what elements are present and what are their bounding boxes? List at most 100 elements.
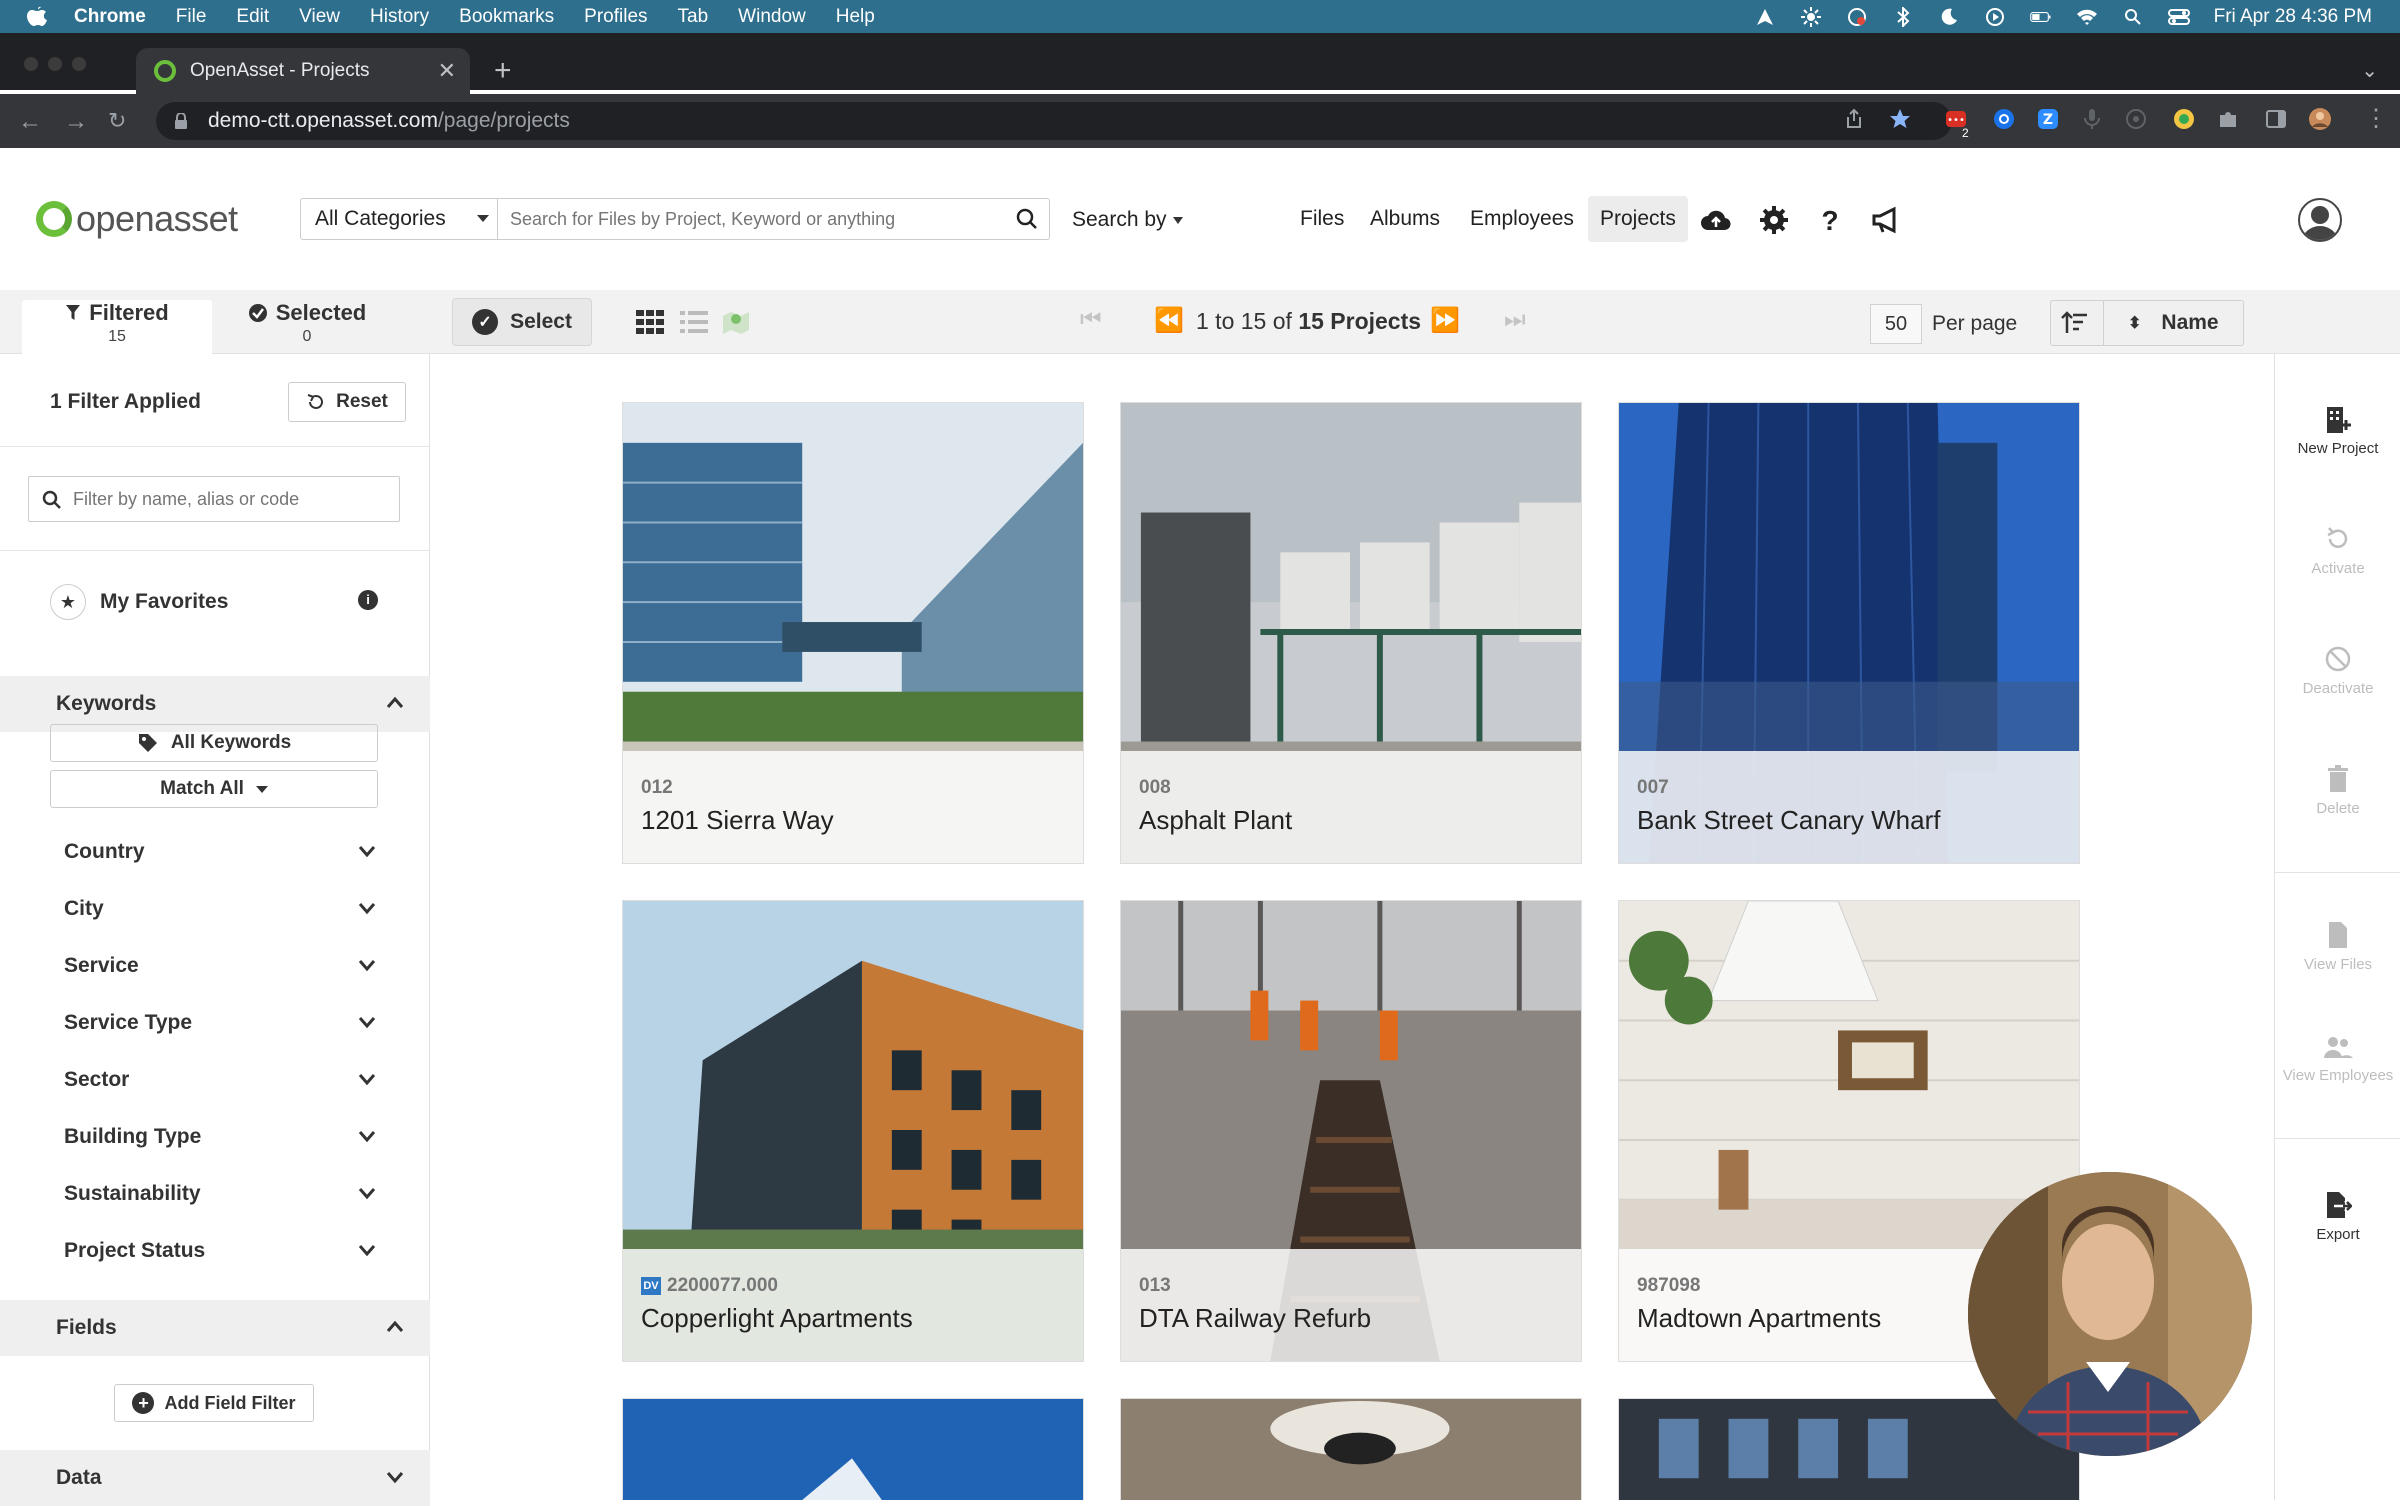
menu-clock[interactable]: Fri Apr 28 4:36 PM (2214, 6, 2372, 28)
close-tab-icon[interactable]: ✕ (438, 58, 456, 84)
view-files-action[interactable]: View Files (2275, 920, 2400, 973)
chrome-menu-icon[interactable]: ⋮ (2364, 104, 2388, 133)
megaphone-icon[interactable] (1870, 204, 1902, 236)
search-input[interactable] (498, 198, 1050, 240)
fields-section-header[interactable]: Fields (0, 1300, 430, 1356)
zoom-window-dot[interactable] (72, 57, 86, 71)
side-panel-icon[interactable] (2264, 107, 2288, 131)
extension-blue-icon[interactable] (1992, 107, 2016, 131)
share-icon[interactable] (1842, 107, 1866, 131)
new-project-action[interactable]: New Project (2275, 404, 2400, 457)
browser-tab[interactable]: OpenAsset - Projects ✕ (136, 48, 470, 94)
select-button[interactable]: ✓ Select (452, 298, 592, 346)
project-name[interactable]: Madtown Apartments (1637, 1303, 1881, 1334)
tab-filtered[interactable]: Filtered 15 (22, 300, 212, 354)
search-icon[interactable] (1016, 208, 1038, 230)
facet-city[interactable]: City (64, 897, 376, 921)
project-card[interactable]: 012 1201 Sierra Way (622, 402, 1084, 864)
my-favorites-label[interactable]: My Favorites (100, 590, 228, 614)
facet-service[interactable]: Service (64, 954, 376, 978)
filter-input[interactable] (28, 476, 400, 522)
help-icon[interactable]: ? (1814, 204, 1846, 236)
last-page-icon[interactable]: ⏭ (1504, 306, 1526, 334)
gear-icon[interactable] (1758, 204, 1790, 236)
cast-icon[interactable] (1846, 7, 1868, 27)
back-icon[interactable]: ← (18, 108, 42, 136)
moon-icon[interactable] (1938, 7, 1960, 27)
menu-bookmarks[interactable]: Bookmarks (459, 6, 554, 28)
extension-gray-icon[interactable] (2124, 107, 2148, 131)
next-page-icon[interactable]: ⏩ (1430, 306, 1460, 335)
play-icon[interactable] (1984, 7, 2006, 27)
user-avatar[interactable] (2298, 198, 2342, 242)
forward-icon[interactable]: → (64, 108, 88, 136)
facet-sector[interactable]: Sector (64, 1068, 376, 1092)
menu-window[interactable]: Window (738, 6, 806, 28)
per-page-input[interactable]: 50 (1870, 304, 1922, 344)
brightness-icon[interactable] (1800, 6, 1822, 27)
facet-building-type[interactable]: Building Type (64, 1125, 376, 1149)
grid-view-icon[interactable] (636, 310, 664, 334)
arrow-icon[interactable] (1754, 7, 1776, 27)
reload-icon[interactable]: ↻ (108, 108, 126, 134)
view-employees-action[interactable]: View Employees (2275, 1034, 2400, 1083)
project-card[interactable]: 007 Bank Street Canary Wharf (1618, 402, 2080, 864)
apple-icon[interactable] (26, 5, 48, 29)
menu-help[interactable]: Help (836, 6, 875, 28)
control-center-icon[interactable] (2167, 7, 2190, 27)
facet-sustainability[interactable]: Sustainability (64, 1182, 376, 1206)
menu-history[interactable]: History (370, 6, 429, 28)
tab-selected[interactable]: Selected 0 (212, 300, 402, 354)
project-name[interactable]: Copperlight Apartments (641, 1303, 913, 1334)
openasset-logo[interactable]: openasset (36, 198, 238, 240)
prev-page-icon[interactable]: ⏪ (1154, 306, 1184, 335)
menu-app-name[interactable]: Chrome (74, 6, 146, 28)
menu-view[interactable]: View (299, 6, 340, 28)
cloud-upload-icon[interactable] (1700, 204, 1732, 236)
mic-icon[interactable] (2080, 107, 2104, 131)
first-page-icon[interactable]: ⏮ (1080, 306, 1102, 334)
project-card[interactable]: 013 DTA Railway Refurb (1120, 900, 1582, 1362)
facet-country[interactable]: Country (64, 840, 376, 864)
project-name[interactable]: Asphalt Plant (1139, 805, 1292, 836)
nav-employees[interactable]: Employees (1458, 196, 1586, 242)
sort-direction-button[interactable] (2050, 300, 2104, 346)
nav-projects[interactable]: Projects (1588, 196, 1688, 242)
star-icon[interactable]: ★ (50, 584, 86, 620)
facet-project-status[interactable]: Project Status (64, 1239, 376, 1263)
spotlight-icon[interactable] (2122, 7, 2144, 27)
project-card[interactable]: DV 2200077.000 Copperlight Apartments (622, 900, 1084, 1362)
list-view-icon[interactable] (680, 310, 708, 334)
menu-edit[interactable]: Edit (236, 6, 269, 28)
menu-tab[interactable]: Tab (678, 6, 709, 28)
menu-profiles[interactable]: Profiles (584, 6, 647, 28)
bluetooth-icon[interactable] (1892, 6, 1914, 27)
activate-action[interactable]: Activate (2275, 524, 2400, 577)
project-name[interactable]: 1201 Sierra Way (641, 805, 834, 836)
project-card[interactable] (622, 1398, 1084, 1500)
address-bar[interactable]: demo-ctt.openasset.com/page/projects (156, 102, 1952, 140)
profile-avatar-icon[interactable] (2308, 107, 2332, 131)
all-keywords-button[interactable]: All Keywords (50, 724, 378, 762)
minimize-window-dot[interactable] (48, 57, 62, 71)
wifi-icon[interactable] (2076, 7, 2098, 27)
zoom-extension-icon[interactable]: Z (2036, 107, 2060, 131)
project-name[interactable]: Bank Street Canary Wharf (1637, 805, 1940, 836)
menu-file[interactable]: File (176, 6, 207, 28)
nav-albums[interactable]: Albums (1358, 196, 1452, 242)
match-all-dropdown[interactable]: Match All (50, 770, 378, 808)
data-section-header[interactable]: Data (0, 1450, 430, 1506)
project-card[interactable]: 008 Asphalt Plant (1120, 402, 1582, 864)
search-by-dropdown[interactable]: Search by (1072, 208, 1183, 232)
delete-action[interactable]: Delete (2275, 764, 2400, 817)
info-icon[interactable]: i (358, 590, 378, 610)
new-tab-icon[interactable]: + (494, 54, 512, 88)
add-field-filter-button[interactable]: + Add Field Filter (114, 1384, 314, 1422)
project-card[interactable] (1120, 1398, 1582, 1500)
project-name[interactable]: DTA Railway Refurb (1139, 1303, 1371, 1334)
puzzle-icon[interactable] (2216, 107, 2240, 131)
category-select[interactable]: All Categories (300, 198, 498, 240)
map-view-icon[interactable] (722, 310, 750, 334)
bookmark-star-icon[interactable] (1888, 107, 1912, 131)
sort-field-select[interactable]: ⬍ Name (2104, 300, 2244, 346)
